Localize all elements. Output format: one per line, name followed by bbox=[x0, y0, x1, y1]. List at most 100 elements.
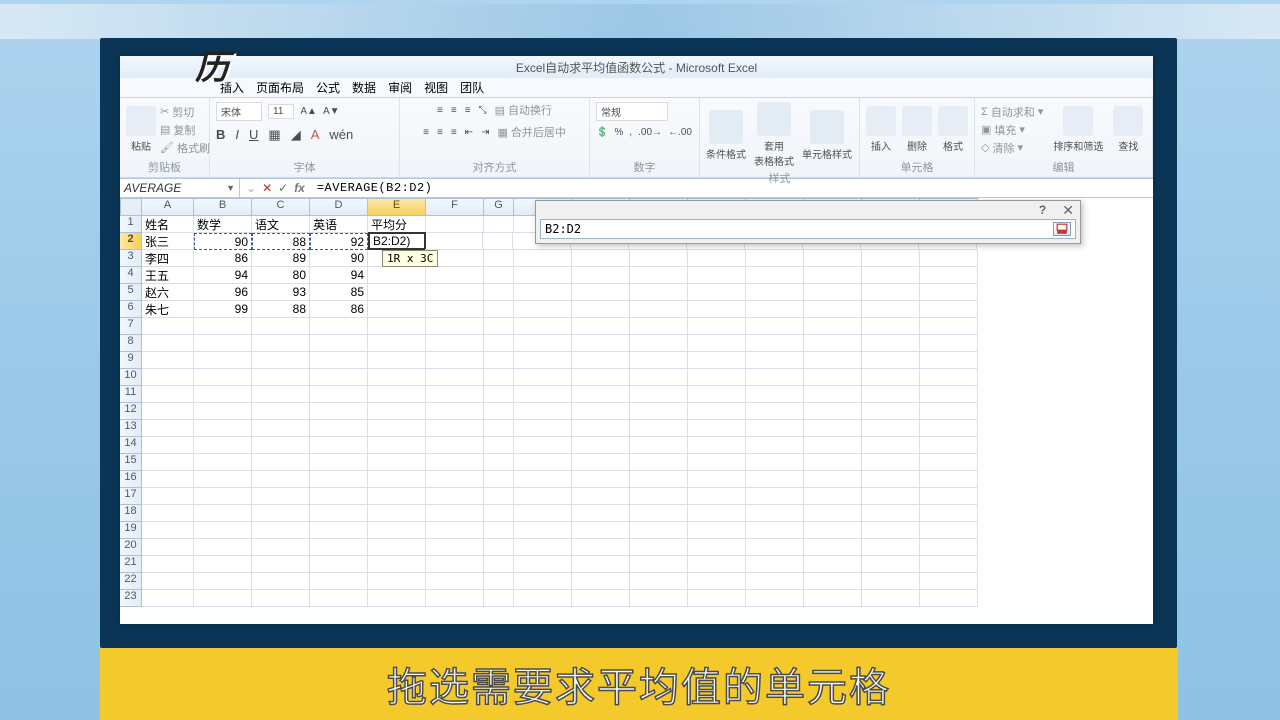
cell[interactable] bbox=[426, 403, 484, 420]
spreadsheet-grid[interactable]: ABCDEFGQ 1姓名数学语文英语平均分2张三908892B2:D2)3李四8… bbox=[120, 198, 1153, 624]
row-header[interactable]: 7 bbox=[120, 318, 142, 335]
name-box[interactable]: AVERAGE ▼ bbox=[120, 179, 240, 197]
menu-team[interactable]: 团队 bbox=[460, 79, 484, 96]
cell[interactable] bbox=[920, 318, 978, 335]
cell[interactable] bbox=[310, 556, 368, 573]
find-icon[interactable] bbox=[1113, 106, 1143, 136]
cell[interactable] bbox=[484, 522, 514, 539]
cell[interactable] bbox=[310, 488, 368, 505]
cell[interactable] bbox=[688, 369, 746, 386]
cell[interactable] bbox=[804, 437, 862, 454]
border-button[interactable]: ▦ bbox=[268, 127, 280, 143]
indent-dec-icon[interactable]: ⇤ bbox=[465, 127, 473, 138]
cell[interactable] bbox=[514, 573, 572, 590]
cell[interactable] bbox=[484, 403, 514, 420]
cell[interactable] bbox=[920, 420, 978, 437]
cell[interactable] bbox=[920, 471, 978, 488]
cell[interactable] bbox=[804, 403, 862, 420]
row-header[interactable]: 23 bbox=[120, 590, 142, 607]
cell[interactable] bbox=[368, 454, 426, 471]
cell[interactable] bbox=[368, 318, 426, 335]
cell[interactable] bbox=[688, 250, 746, 267]
cell[interactable] bbox=[630, 505, 688, 522]
grow-font-icon[interactable]: A▲ bbox=[300, 106, 317, 117]
cell[interactable] bbox=[194, 352, 252, 369]
cell[interactable] bbox=[862, 454, 920, 471]
cell[interactable] bbox=[920, 301, 978, 318]
cell-style-icon[interactable] bbox=[810, 110, 844, 144]
cell[interactable] bbox=[142, 403, 194, 420]
cell[interactable] bbox=[746, 471, 804, 488]
cell[interactable] bbox=[194, 420, 252, 437]
cell[interactable] bbox=[746, 403, 804, 420]
align-middle-icon[interactable]: ≡ bbox=[451, 105, 457, 116]
format-cell-icon[interactable] bbox=[938, 106, 968, 136]
fx-icon[interactable]: fx bbox=[294, 181, 305, 195]
cell[interactable] bbox=[514, 369, 572, 386]
cell[interactable] bbox=[484, 454, 514, 471]
cell[interactable] bbox=[368, 556, 426, 573]
dialog-expand-icon[interactable] bbox=[1053, 222, 1071, 236]
cell[interactable] bbox=[252, 522, 310, 539]
cell[interactable] bbox=[310, 454, 368, 471]
cell[interactable] bbox=[804, 386, 862, 403]
cell[interactable] bbox=[142, 352, 194, 369]
cell[interactable]: 94 bbox=[194, 267, 252, 284]
menu-review[interactable]: 审阅 bbox=[388, 79, 412, 96]
cell[interactable] bbox=[572, 352, 630, 369]
cell[interactable] bbox=[804, 335, 862, 352]
cell[interactable] bbox=[368, 284, 426, 301]
cell[interactable] bbox=[920, 522, 978, 539]
cell[interactable] bbox=[920, 369, 978, 386]
cell[interactable] bbox=[426, 471, 484, 488]
copy-button[interactable]: ▤ 复制 bbox=[160, 122, 210, 138]
cell[interactable] bbox=[194, 539, 252, 556]
cell[interactable] bbox=[920, 335, 978, 352]
cell[interactable] bbox=[862, 522, 920, 539]
cell[interactable] bbox=[746, 267, 804, 284]
cell[interactable] bbox=[862, 386, 920, 403]
cell[interactable] bbox=[688, 437, 746, 454]
row-header[interactable]: 11 bbox=[120, 386, 142, 403]
cell[interactable] bbox=[252, 335, 310, 352]
cell[interactable] bbox=[572, 386, 630, 403]
cell[interactable] bbox=[630, 403, 688, 420]
cell[interactable] bbox=[426, 369, 484, 386]
cell[interactable] bbox=[194, 590, 252, 607]
cell[interactable] bbox=[142, 454, 194, 471]
underline-button[interactable]: U bbox=[249, 127, 258, 143]
cell[interactable]: 93 bbox=[252, 284, 310, 301]
cell[interactable] bbox=[920, 488, 978, 505]
cell[interactable] bbox=[804, 573, 862, 590]
cell[interactable] bbox=[804, 488, 862, 505]
cell[interactable] bbox=[688, 556, 746, 573]
cell[interactable] bbox=[572, 505, 630, 522]
cell[interactable] bbox=[746, 573, 804, 590]
cell[interactable] bbox=[746, 522, 804, 539]
cell[interactable] bbox=[514, 250, 572, 267]
cell[interactable] bbox=[804, 369, 862, 386]
cell[interactable] bbox=[514, 437, 572, 454]
delete-button[interactable]: 删除 bbox=[907, 138, 927, 153]
cell[interactable]: 李四 bbox=[142, 250, 194, 267]
cell[interactable] bbox=[310, 386, 368, 403]
cell[interactable] bbox=[484, 284, 514, 301]
cell[interactable] bbox=[142, 505, 194, 522]
row-header[interactable]: 4 bbox=[120, 267, 142, 284]
cell[interactable] bbox=[426, 522, 484, 539]
cell[interactable] bbox=[426, 267, 484, 284]
cell[interactable] bbox=[484, 488, 514, 505]
cell[interactable] bbox=[630, 488, 688, 505]
cell[interactable] bbox=[688, 573, 746, 590]
row-header[interactable]: 9 bbox=[120, 352, 142, 369]
cell[interactable] bbox=[252, 488, 310, 505]
delete-cell-icon[interactable] bbox=[902, 106, 932, 136]
cell[interactable] bbox=[862, 403, 920, 420]
cell[interactable] bbox=[746, 420, 804, 437]
row-header[interactable]: 20 bbox=[120, 539, 142, 556]
cell[interactable] bbox=[688, 420, 746, 437]
cell[interactable] bbox=[862, 301, 920, 318]
cell[interactable] bbox=[426, 488, 484, 505]
cell[interactable] bbox=[194, 454, 252, 471]
cell[interactable] bbox=[862, 556, 920, 573]
